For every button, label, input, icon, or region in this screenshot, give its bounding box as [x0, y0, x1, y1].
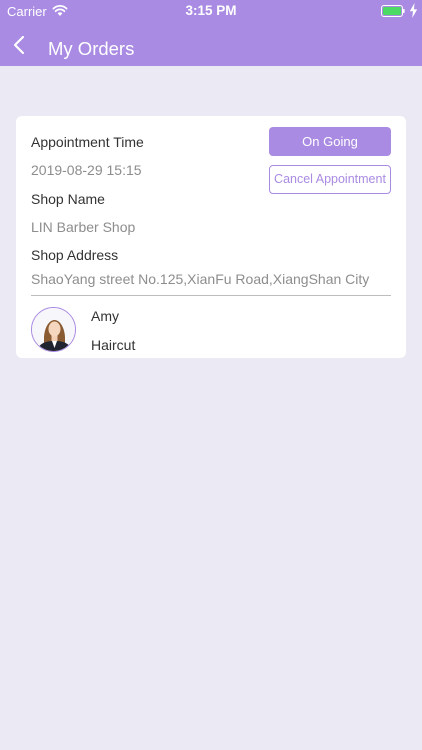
- header: Carrier 3:15 PM My Orders: [0, 0, 422, 66]
- avatar: [31, 307, 76, 352]
- stylist-name: Amy: [91, 308, 119, 324]
- shop-address-label: Shop Address: [31, 247, 119, 263]
- order-card: Appointment Time 2019-08-29 15:15 Shop N…: [16, 116, 406, 358]
- cancel-appointment-button[interactable]: Cancel Appointment: [269, 165, 391, 194]
- appointment-time-value: 2019-08-29 15:15: [31, 162, 142, 178]
- stylist-portrait-icon: [32, 308, 75, 351]
- shop-name-value: LIN Barber Shop: [31, 219, 136, 235]
- status-bar: Carrier 3:15 PM: [0, 0, 422, 22]
- battery-icon: [381, 5, 405, 17]
- clock-time: 3:15 PM: [185, 3, 237, 18]
- page-title: My Orders: [48, 38, 135, 59]
- appointment-time-label: Appointment Time: [31, 134, 144, 150]
- status-badge: On Going: [269, 127, 391, 156]
- charging-bolt-icon: [409, 3, 418, 18]
- shop-address-value: ShaoYang street No.125,XianFu Road,Xiang…: [31, 271, 370, 287]
- back-chevron-icon[interactable]: [10, 34, 30, 56]
- shop-name-label: Shop Name: [31, 191, 105, 207]
- nav-bar: My Orders: [0, 22, 422, 66]
- service-name: Haircut: [91, 337, 136, 353]
- divider: [31, 295, 391, 296]
